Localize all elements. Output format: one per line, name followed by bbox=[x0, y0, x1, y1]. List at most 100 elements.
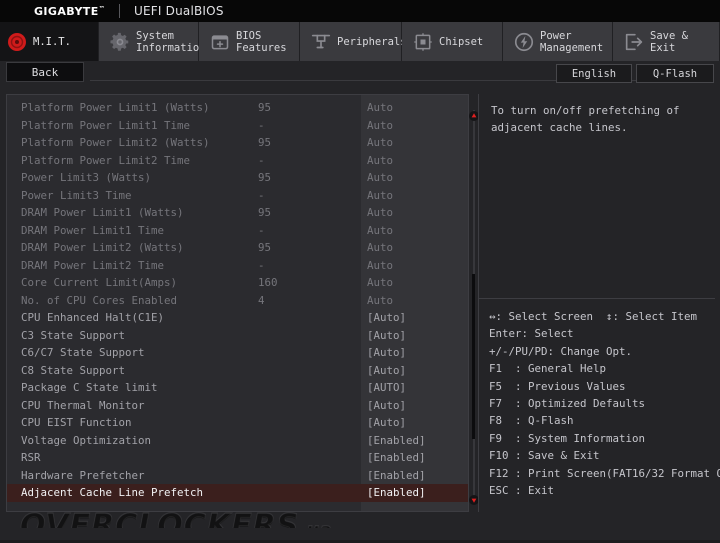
settings-pane: Platform Power Limit1 (Watts)95AutoPlatf… bbox=[6, 94, 469, 512]
setting-option-value[interactable]: [Enabled] bbox=[367, 434, 426, 447]
settings-list: Platform Power Limit1 (Watts)95AutoPlatf… bbox=[7, 99, 468, 502]
setting-option-value[interactable]: [Enabled] bbox=[367, 486, 426, 499]
help-pane: To turn on/off prefetching of adjacent c… bbox=[478, 94, 714, 512]
setting-value: Auto bbox=[367, 241, 393, 254]
tab-system-information-label: System Information bbox=[136, 30, 206, 54]
settings-row[interactable]: Platform Power Limit2 (Watts) 95 Auto bbox=[7, 134, 468, 152]
setting-option-value[interactable]: [Auto] bbox=[367, 346, 406, 359]
settings-row[interactable]: Power Limit3 (Watts)95Auto bbox=[7, 169, 468, 187]
setting-option-value[interactable]: [Auto] bbox=[367, 416, 406, 429]
settings-row[interactable]: Platform Power Limit1 Time-Auto bbox=[7, 117, 468, 135]
settings-row[interactable]: Package C State limit [AUTO] bbox=[7, 379, 468, 397]
settings-row[interactable]: Core Current Limit(Amps)160Auto bbox=[7, 274, 468, 292]
title-divider bbox=[119, 4, 120, 18]
tab-bios-features[interactable]: BIOS Features bbox=[199, 22, 300, 61]
setting-label: C6/C7 State Support bbox=[21, 346, 145, 359]
trademark-mark: ™ bbox=[99, 5, 105, 12]
setting-value: Auto bbox=[367, 136, 393, 149]
setting-value: Auto bbox=[367, 154, 393, 167]
setting-option-value[interactable]: [AUTO] bbox=[367, 381, 406, 394]
setting-value: Auto bbox=[367, 294, 393, 307]
settings-row[interactable]: C3 State Support [Auto] bbox=[7, 327, 468, 345]
setting-value: Auto bbox=[367, 101, 393, 114]
setting-label: Platform Power Limit2 (Watts) bbox=[21, 136, 210, 149]
key-legend-line: F7 : Optimized Defaults bbox=[489, 395, 713, 412]
setting-label: Package C State limit bbox=[21, 381, 158, 394]
gigabyte-logo: GIGABYTE™ bbox=[0, 5, 105, 18]
lightning-icon bbox=[511, 29, 537, 55]
key-legend-line: Enter: Select bbox=[489, 325, 713, 342]
tab-power-management-label: Power Management bbox=[540, 30, 603, 54]
help-divider bbox=[479, 298, 715, 299]
setting-reading: 4 bbox=[258, 294, 265, 307]
setting-reading: 95 bbox=[258, 206, 271, 219]
key-legend-line: F8 : Q-Flash bbox=[489, 412, 713, 429]
setting-label: Platform Power Limit1 Time bbox=[21, 119, 190, 132]
tab-chipset-label: Chipset bbox=[439, 36, 483, 48]
setting-option-value[interactable]: [Auto] bbox=[367, 329, 406, 342]
setting-label: C8 State Support bbox=[21, 364, 125, 377]
tab-peripherals-label: Peripherals bbox=[337, 36, 407, 48]
tab-system-information[interactable]: System Information bbox=[99, 22, 199, 61]
settings-row[interactable]: DRAM Power Limit2 (Watts)95Auto bbox=[7, 239, 468, 257]
settings-row[interactable]: No. of CPU Cores Enabled4Auto bbox=[7, 292, 468, 310]
settings-row[interactable]: Platform Power Limit1 (Watts)95Auto bbox=[7, 99, 468, 117]
chip-icon bbox=[410, 29, 436, 55]
setting-option-value[interactable]: [Auto] bbox=[367, 364, 406, 377]
scrollbar-thumb[interactable] bbox=[472, 274, 475, 439]
setting-reading: - bbox=[258, 189, 265, 202]
setting-reading: - bbox=[258, 154, 265, 167]
setting-label: Platform Power Limit1 (Watts) bbox=[21, 101, 210, 114]
key-legend-line: F10 : Save & Exit bbox=[489, 447, 713, 464]
key-legend-line: F9 : System Information bbox=[489, 430, 713, 447]
tab-save-and-exit-label: Save & Exit bbox=[650, 30, 713, 54]
setting-option-value[interactable]: [Enabled] bbox=[367, 469, 426, 482]
setting-label: DRAM Power Limit2 Time bbox=[21, 259, 164, 272]
tab-bios-features-label: BIOS Features bbox=[236, 30, 287, 54]
key-legend-line: ESC : Exit bbox=[489, 482, 713, 499]
setting-value: Auto bbox=[367, 206, 393, 219]
setting-label: DRAM Power Limit2 (Watts) bbox=[21, 241, 184, 254]
setting-option-value[interactable]: [Enabled] bbox=[367, 451, 426, 464]
settings-row[interactable]: RSR [Enabled] bbox=[7, 449, 468, 467]
key-legend: ↔: Select Screen ↕: Select ItemEnter: Se… bbox=[489, 308, 713, 499]
key-legend-line: F5 : Previous Values bbox=[489, 378, 713, 395]
settings-row[interactable]: C8 State Support [Auto] bbox=[7, 362, 468, 380]
title-bar: GIGABYTE™ UEFI DualBIOS bbox=[0, 0, 720, 22]
tab-power-management[interactable]: Power Management bbox=[503, 22, 613, 61]
tab-mit[interactable]: M.I.T. bbox=[0, 22, 99, 61]
settings-row[interactable]: C6/C7 State Support [Auto] bbox=[7, 344, 468, 362]
tab-peripherals[interactable]: Peripherals bbox=[300, 22, 402, 61]
settings-row-selected[interactable]: Adjacent Cache Line Prefetch[Enabled] bbox=[7, 484, 468, 502]
settings-row[interactable]: DRAM Power Limit1 Time-Auto bbox=[7, 222, 468, 240]
settings-row[interactable]: CPU Enhanced Halt(C1E)[Auto] bbox=[7, 309, 468, 327]
settings-row[interactable]: DRAM Power Limit2 Time-Auto bbox=[7, 257, 468, 275]
settings-row[interactable]: Hardware Prefetcher[Enabled] bbox=[7, 467, 468, 485]
main-tab-bar: M.I.T. System Information BIOS Features … bbox=[0, 22, 720, 61]
settings-row[interactable]: DRAM Power Limit1 (Watts)95Auto bbox=[7, 204, 468, 222]
qflash-button[interactable]: Q-Flash bbox=[636, 64, 714, 83]
tab-chipset[interactable]: Chipset bbox=[402, 22, 503, 61]
tab-save-and-exit[interactable]: Save & Exit bbox=[613, 22, 720, 61]
settings-row[interactable]: CPU EIST Function[Auto] bbox=[7, 414, 468, 432]
setting-value: Auto bbox=[367, 224, 393, 237]
settings-row[interactable]: Power Limit3 Time-Auto bbox=[7, 187, 468, 205]
setting-label: C3 State Support bbox=[21, 329, 125, 342]
settings-row[interactable]: Voltage Optimization [Enabled] bbox=[7, 432, 468, 450]
footer-bar bbox=[0, 528, 720, 540]
bios-screen: GIGABYTE™ UEFI DualBIOS M.I.T. System In… bbox=[0, 0, 720, 540]
setting-label: Voltage Optimization bbox=[21, 434, 151, 447]
settings-row[interactable]: CPU Thermal Monitor[Auto] bbox=[7, 397, 468, 415]
back-button[interactable]: Back bbox=[6, 62, 84, 82]
tab-mit-label: M.I.T. bbox=[33, 36, 71, 48]
setting-label: RSR bbox=[21, 451, 41, 464]
settings-row[interactable]: Platform Power Limit2 Time-Auto bbox=[7, 152, 468, 170]
setting-option-value[interactable]: [Auto] bbox=[367, 311, 406, 324]
exit-arrow-icon bbox=[621, 29, 647, 55]
setting-label: DRAM Power Limit1 Time bbox=[21, 224, 164, 237]
setting-option-value[interactable]: [Auto] bbox=[367, 399, 406, 412]
setting-reading: - bbox=[258, 259, 265, 272]
language-button[interactable]: English bbox=[556, 64, 632, 83]
setting-value: Auto bbox=[367, 171, 393, 184]
setting-reading: 95 bbox=[258, 136, 271, 149]
